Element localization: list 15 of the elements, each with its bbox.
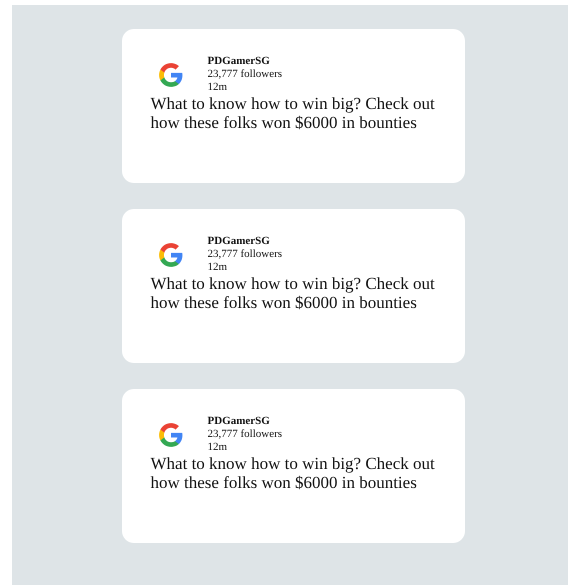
follower-count: 23,777 followers <box>208 428 282 441</box>
author-name: PDGamerSG <box>208 235 271 248</box>
post-text: What to know how to win big? Check out how these folks won $6000 in bounties <box>150 274 436 312</box>
follower-count: 23,777 followers <box>208 248 282 261</box>
post-time: 12m <box>208 441 228 454</box>
google-logo-icon <box>158 422 184 448</box>
post-text: What to know how to win big? Check out how these folks won $6000 in bounties <box>150 454 436 492</box>
author-name: PDGamerSG <box>208 55 271 68</box>
google-logo-icon <box>158 62 184 88</box>
post-time: 12m <box>208 261 228 274</box>
post-time: 12m <box>208 81 228 94</box>
google-logo-icon <box>158 242 184 268</box>
follower-count: 23,777 followers <box>208 68 282 81</box>
post-text: What to know how to win big? Check out how these folks won $6000 in bounties <box>150 94 436 132</box>
author-name: PDGamerSG <box>208 415 271 428</box>
